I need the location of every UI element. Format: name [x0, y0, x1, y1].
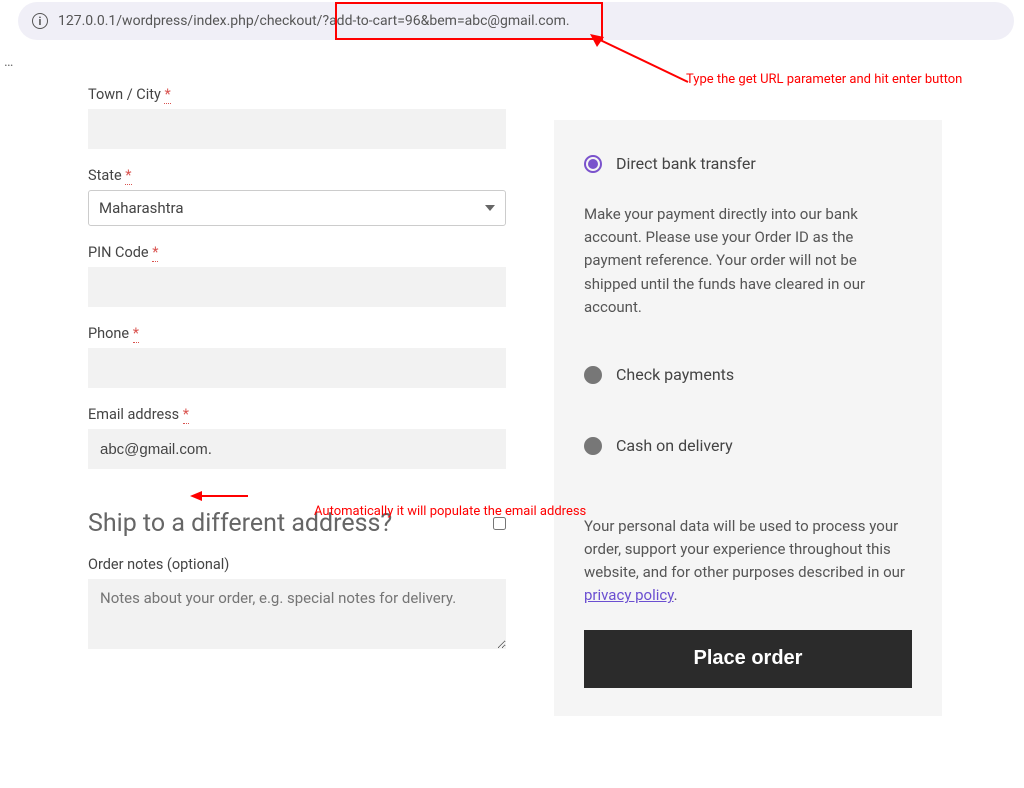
email-label: Email address *: [88, 406, 506, 423]
field-phone: Phone *: [88, 325, 506, 388]
town-label-text: Town / City: [88, 86, 161, 103]
radio-unselected-icon: [584, 437, 602, 455]
email-label-text: Email address: [88, 406, 179, 423]
state-selected-value: Maharashtra: [99, 199, 184, 217]
pin-input[interactable]: [88, 267, 506, 307]
field-state: State * Maharashtra: [88, 167, 506, 226]
field-pin: PIN Code *: [88, 244, 506, 307]
state-select[interactable]: Maharashtra: [88, 190, 506, 226]
required-mark: *: [152, 244, 158, 262]
privacy-text-post: .: [674, 586, 678, 604]
pay-option-direct-bank[interactable]: Direct bank transfer: [584, 152, 912, 177]
privacy-notice: Your personal data will be used to proce…: [584, 515, 912, 608]
required-mark: *: [183, 406, 189, 424]
info-icon: i: [32, 13, 48, 29]
url-text: 127.0.0.1/wordpress/index.php/checkout/?…: [58, 13, 570, 29]
field-email: Email address *: [88, 406, 506, 469]
phone-input[interactable]: [88, 348, 506, 388]
privacy-policy-link[interactable]: privacy policy: [584, 586, 674, 604]
email-input[interactable]: [88, 429, 506, 469]
direct-bank-label: Direct bank transfer: [616, 152, 756, 177]
phone-label: Phone *: [88, 325, 506, 342]
annotation-text-mid: Automatically it will populate the email…: [314, 504, 586, 519]
cod-label: Cash on delivery: [616, 434, 733, 459]
direct-bank-description: Make your payment directly into our bank…: [584, 203, 912, 319]
pin-label-text: PIN Code: [88, 244, 149, 261]
radio-unselected-icon: [584, 366, 602, 384]
pay-option-cod[interactable]: Cash on delivery: [584, 434, 912, 459]
town-label: Town / City *: [88, 86, 506, 103]
chevron-down-icon: [485, 205, 495, 211]
required-mark: *: [125, 167, 131, 185]
browser-address-bar[interactable]: i 127.0.0.1/wordpress/index.php/checkout…: [18, 2, 1014, 40]
phone-label-text: Phone: [88, 325, 129, 342]
required-mark: *: [133, 325, 139, 343]
decorative-ellipsis: …: [4, 54, 13, 70]
pay-option-check[interactable]: Check payments: [584, 363, 912, 388]
order-notes-textarea[interactable]: [88, 579, 506, 649]
state-label-text: State: [88, 167, 122, 184]
place-order-button[interactable]: Place order: [584, 630, 912, 688]
town-input[interactable]: [88, 109, 506, 149]
order-notes-label: Order notes (optional): [88, 556, 506, 573]
check-payments-label: Check payments: [616, 363, 734, 388]
radio-selected-icon: [584, 155, 602, 173]
state-label: State *: [88, 167, 506, 184]
field-town: Town / City *: [88, 86, 506, 149]
payment-panel: Direct bank transfer Make your payment d…: [554, 120, 942, 716]
field-order-notes: Order notes (optional): [88, 556, 506, 653]
annotation-text-top: Type the get URL parameter and hit enter…: [686, 72, 962, 87]
required-mark: *: [164, 86, 170, 104]
privacy-text-pre: Your personal data will be used to proce…: [584, 517, 905, 582]
place-order-label: Place order: [694, 647, 803, 670]
billing-form: Town / City * State * Maharashtra PIN Co…: [88, 86, 506, 671]
pin-label: PIN Code *: [88, 244, 506, 261]
